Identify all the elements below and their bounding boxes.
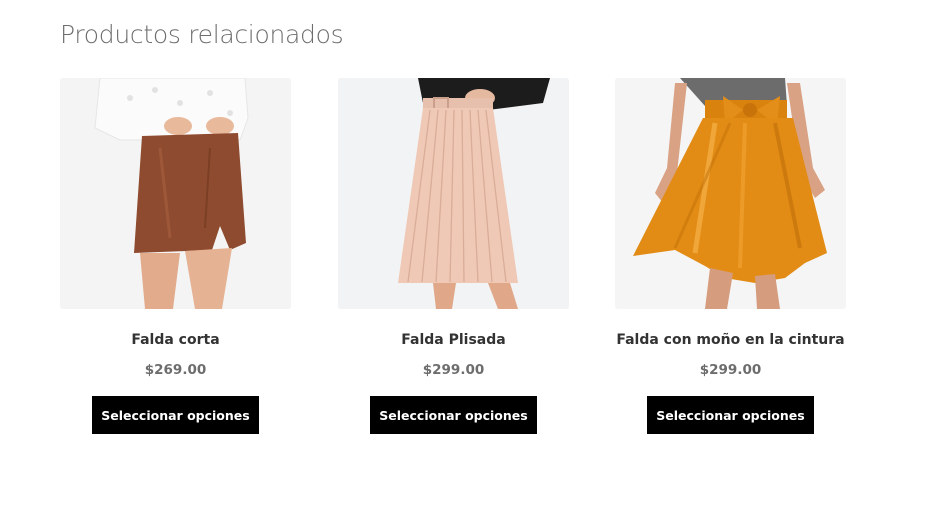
select-options-button[interactable]: Seleccionar opciones <box>370 396 537 434</box>
select-options-button[interactable]: Seleccionar opciones <box>92 396 259 434</box>
product-price: $269.00 <box>144 362 207 378</box>
product-name[interactable]: Falda Plisada <box>401 332 505 348</box>
product-price: $299.00 <box>699 362 762 378</box>
product-card: Falda corta $269.00 Seleccionar opciones <box>60 78 291 434</box>
product-card: Falda Plisada $299.00 Seleccionar opcion… <box>338 78 569 434</box>
select-options-button[interactable]: Seleccionar opciones <box>647 396 814 434</box>
product-price: $299.00 <box>422 362 485 378</box>
product-card: Falda con moño en la cintura $299.00 Sel… <box>615 78 846 434</box>
section-title: Productos relacionados <box>60 20 344 49</box>
product-image-link[interactable] <box>615 78 846 309</box>
product-image <box>338 78 569 309</box>
product-image <box>60 78 291 309</box>
product-name[interactable]: Falda corta <box>131 332 219 348</box>
product-image-link[interactable] <box>60 78 291 309</box>
product-image-link[interactable] <box>338 78 569 309</box>
product-name[interactable]: Falda con moño en la cintura <box>616 332 844 348</box>
product-image <box>615 78 846 309</box>
